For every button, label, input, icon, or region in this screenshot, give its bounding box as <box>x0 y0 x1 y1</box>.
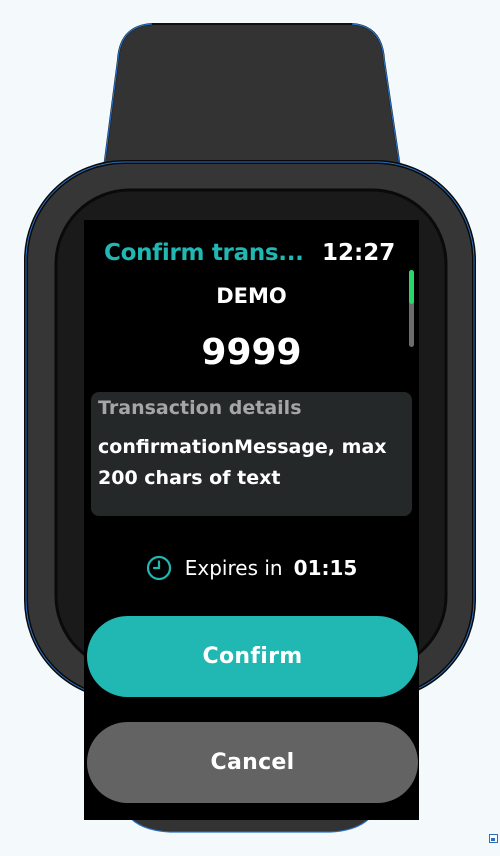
details-label: Transaction details <box>98 397 302 419</box>
expiry-countdown: 01:15 <box>293 556 358 580</box>
merchant-name: DEMO <box>216 284 287 308</box>
transaction-details-card: Transaction details confirmationMessage,… <box>91 392 412 516</box>
confirm-button[interactable]: Confirm <box>87 616 418 697</box>
expiry-label: Expires in <box>184 556 283 580</box>
details-message: confirmationMessage, max 200 chars of te… <box>98 436 387 489</box>
expiry-row: Expires in 01:15 <box>84 555 419 581</box>
clock-icon <box>146 555 171 581</box>
cancel-button[interactable]: Cancel <box>87 722 418 803</box>
transaction-amount: 9999 <box>201 332 302 373</box>
resize-icon[interactable] <box>489 834 498 843</box>
watch-mockup: Confirm trans... 12:27 DEMO 9999 Transac… <box>0 0 500 856</box>
clock-time: 12:27 <box>322 240 396 266</box>
page-title: Confirm trans... <box>104 240 304 266</box>
